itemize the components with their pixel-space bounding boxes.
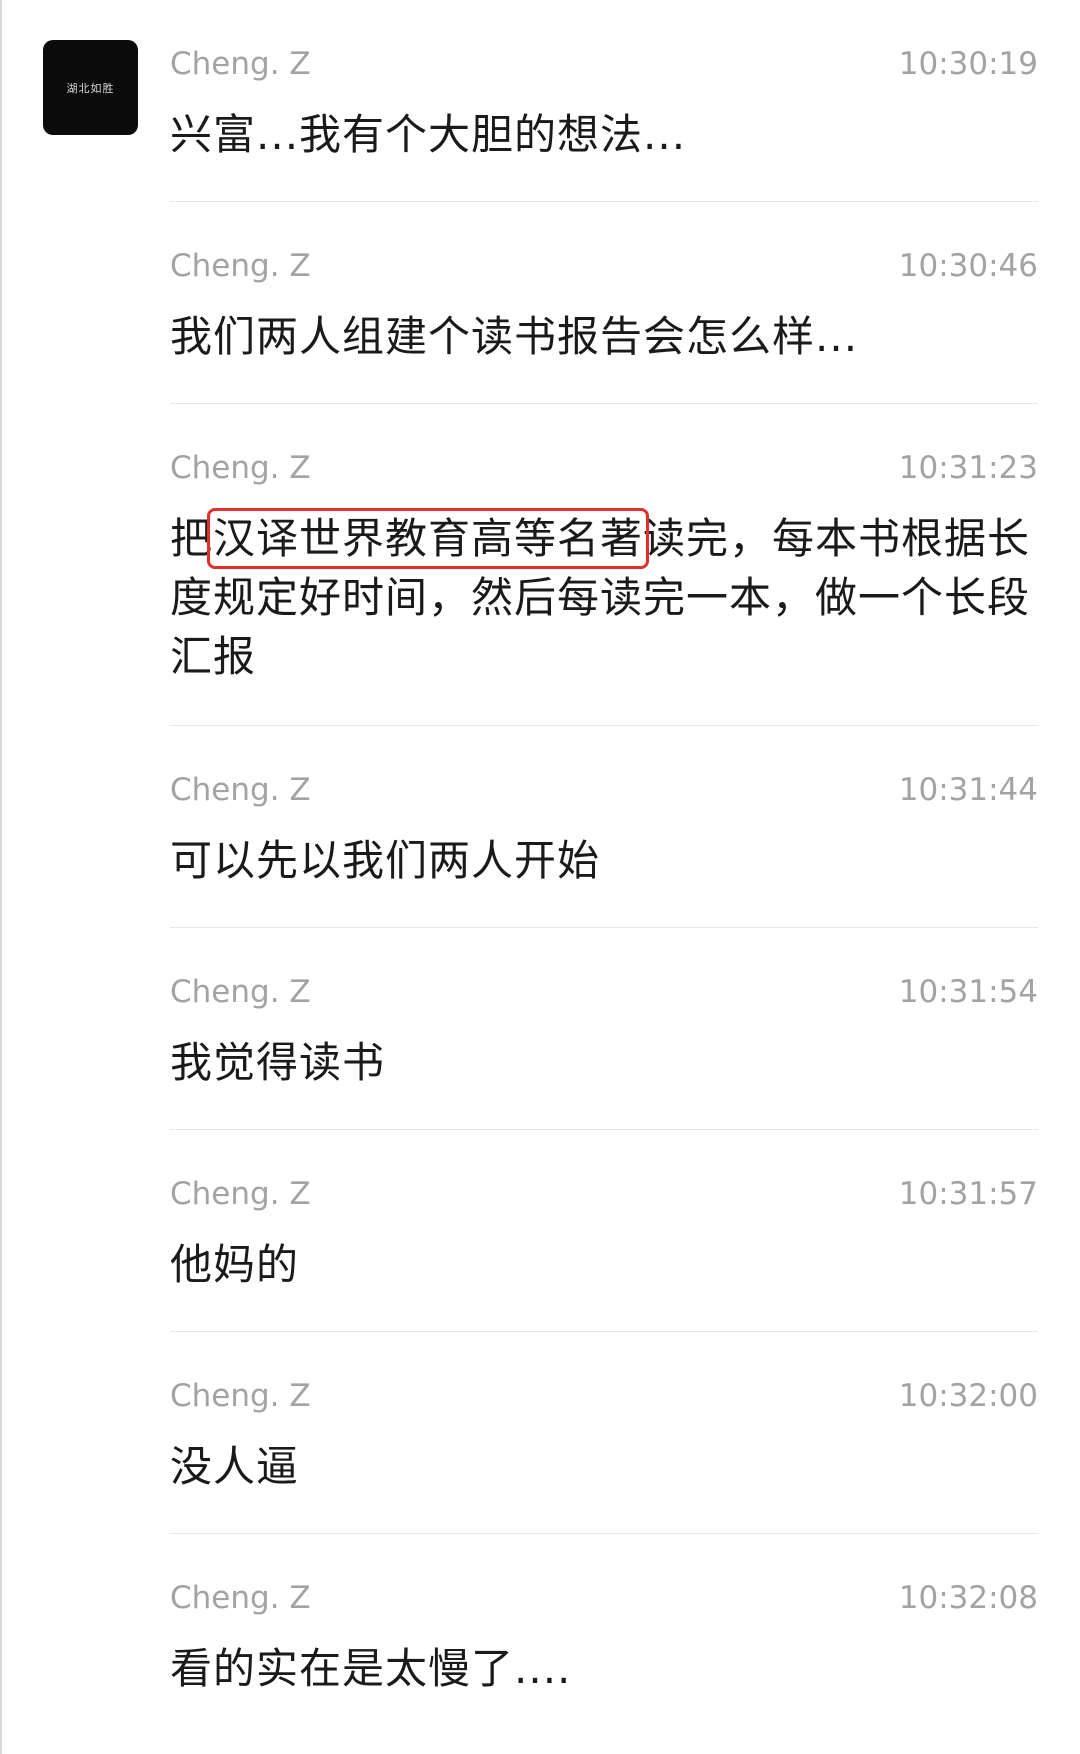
avatar-label: 湖北如胜 (66, 81, 115, 95)
message-item[interactable]: Cheng. Z 10:31:54 我觉得读书 (170, 928, 1038, 1130)
message-text: 可以先以我们两人开始 (170, 836, 601, 885)
message-timestamp: 10:31:23 (898, 450, 1038, 486)
message-text: 把汉译世界教育高等名著读完，每本书根据长度规定好时间，然后每读完一本，做一个长段… (170, 508, 1038, 686)
highlighted-book-title: 汉译世界教育高等名著 (207, 508, 650, 569)
message-timestamp: 10:31:57 (898, 1176, 1038, 1212)
message-thread: Cheng. Z 10:30:19 兴富...我有个大胆的想法... Cheng… (170, 0, 1038, 1714)
message-item[interactable]: Cheng. Z 10:30:19 兴富...我有个大胆的想法... (170, 0, 1038, 202)
sender-name: Cheng. Z (170, 46, 311, 82)
message-text-before: 把 (170, 514, 214, 563)
sender-name: Cheng. Z (170, 1176, 311, 1212)
message-item[interactable]: Cheng. Z 10:31:57 他妈的 (170, 1130, 1038, 1332)
message-timestamp: 10:32:00 (898, 1378, 1038, 1414)
sender-avatar[interactable]: 湖北如胜 (43, 40, 138, 135)
message-text: 看的实在是太慢了.... (170, 1644, 572, 1693)
message-text: 我们两人组建个读书报告会怎么样... (170, 312, 859, 361)
message-item[interactable]: Cheng. Z 10:31:44 可以先以我们两人开始 (170, 726, 1038, 928)
sender-name: Cheng. Z (170, 974, 311, 1010)
sender-name: Cheng. Z (170, 1580, 311, 1616)
message-item[interactable]: Cheng. Z 10:30:46 我们两人组建个读书报告会怎么样... (170, 202, 1038, 404)
message-text: 兴富...我有个大胆的想法... (170, 110, 687, 159)
sender-name: Cheng. Z (170, 248, 311, 284)
message-text: 他妈的 (170, 1240, 300, 1289)
message-timestamp: 10:31:54 (898, 974, 1038, 1010)
message-timestamp: 10:32:08 (898, 1580, 1038, 1616)
sender-name: Cheng. Z (170, 772, 311, 808)
left-edge-divider (0, 0, 2, 1754)
message-timestamp: 10:30:19 (898, 46, 1038, 82)
message-item[interactable]: Cheng. Z 10:32:08 看的实在是太慢了.... (170, 1534, 1038, 1714)
message-item[interactable]: Cheng. Z 10:31:23 把汉译世界教育高等名著读完，每本书根据长度规… (170, 404, 1038, 726)
sender-name: Cheng. Z (170, 450, 311, 486)
message-timestamp: 10:31:44 (898, 772, 1038, 808)
message-text: 我觉得读书 (170, 1038, 386, 1087)
sender-name: Cheng. Z (170, 1378, 311, 1414)
message-item[interactable]: Cheng. Z 10:32:00 没人逼 (170, 1332, 1038, 1534)
message-text: 没人逼 (170, 1442, 300, 1491)
message-timestamp: 10:30:46 (898, 248, 1038, 284)
